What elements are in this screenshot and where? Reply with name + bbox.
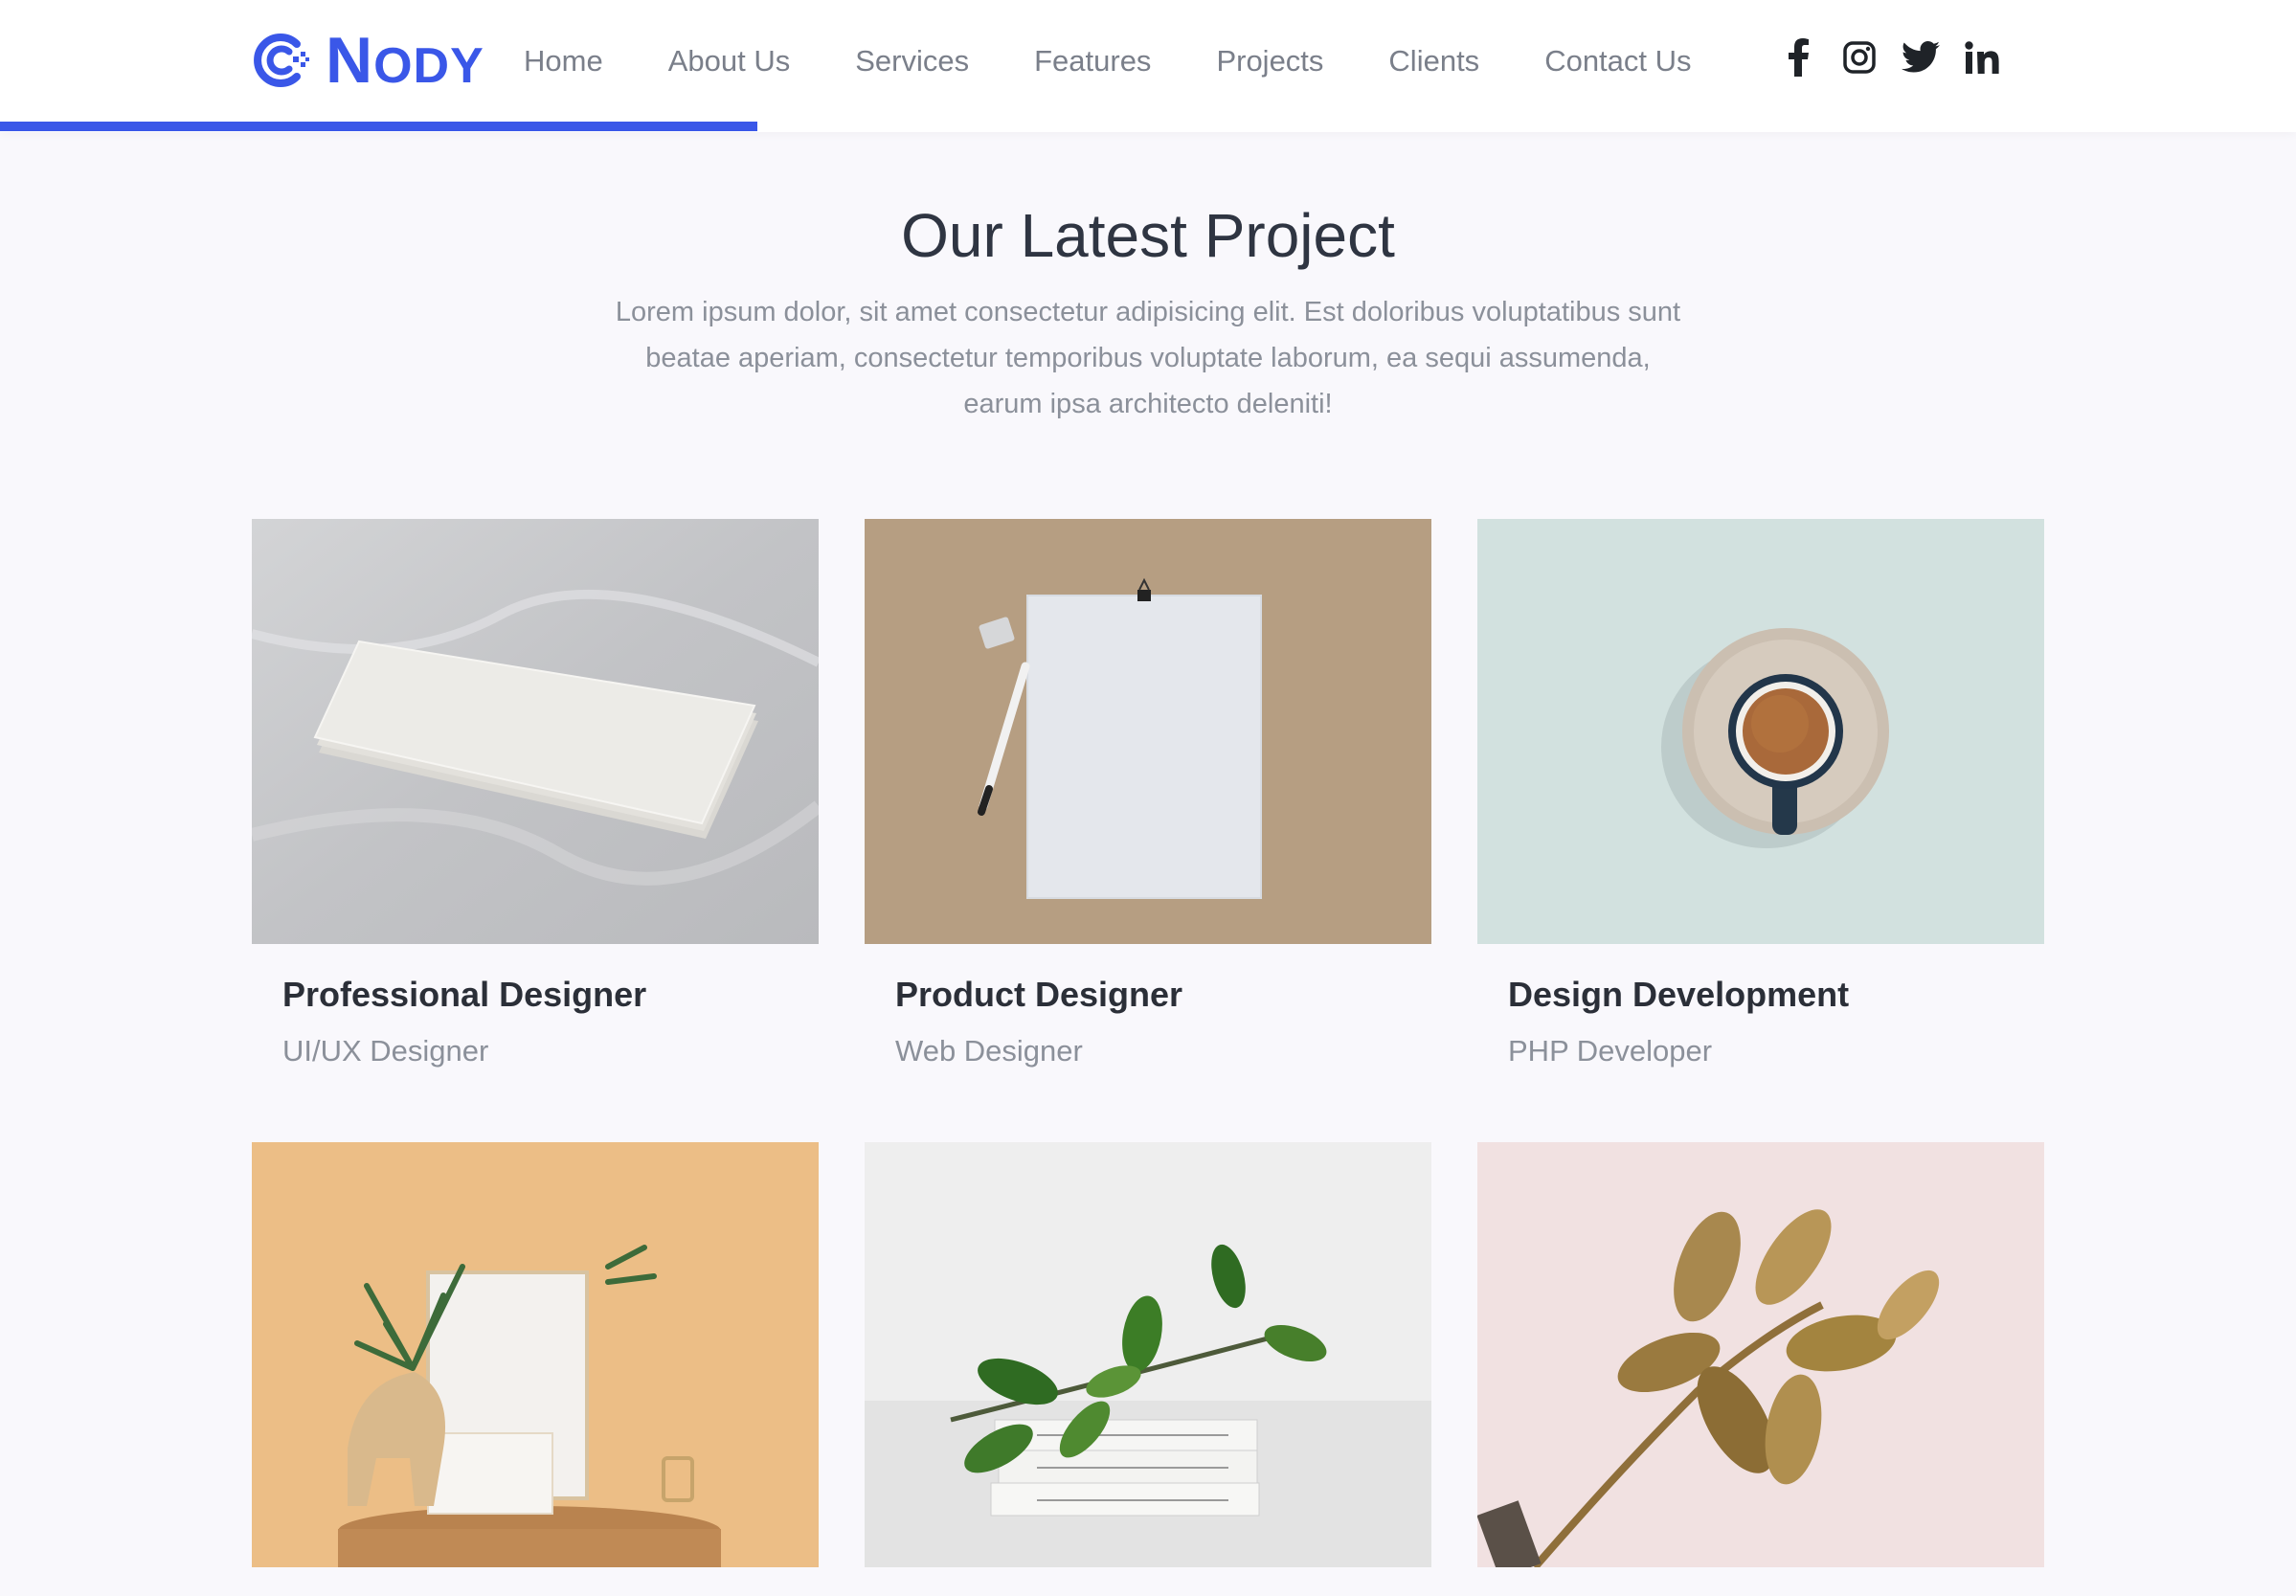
nav-services[interactable]: Services [855,40,969,82]
nav-projects[interactable]: Projects [1216,40,1323,82]
nav-about-us[interactable]: About Us [668,40,791,82]
nav-features[interactable]: Features [1034,40,1151,82]
project-image [1477,519,2044,944]
project-title: Professional Designer [282,975,647,1014]
project-image [865,1142,1431,1567]
site-header: NODY Home About Us Services Features Pro… [0,0,2296,132]
project-image [252,519,819,944]
project-card[interactable]: Design Development PHP Developer [1477,519,2044,1070]
facebook-icon[interactable] [1777,36,1819,79]
project-card[interactable]: Professional Designer UI/UX Designer [252,519,819,1070]
social-links [1777,36,2022,79]
project-title: Product Designer [895,975,1183,1014]
project-title: Design Development [1508,975,1850,1014]
project-card[interactable]: Product Designer Web Designer [865,519,1431,1070]
instagram-icon[interactable] [1838,36,1880,79]
twitter-icon[interactable] [1900,36,1942,79]
project-role: Web Designer [895,1034,1083,1068]
logo-wordmark: NODY [326,24,484,97]
main-nav: Home About Us Services Features Projects… [524,40,1757,82]
logo-mark-icon [254,34,309,87]
project-image [252,1142,819,1567]
project-role: PHP Developer [1508,1034,1713,1068]
project-image [1477,1142,2044,1567]
project-card[interactable] [1477,1142,2044,1596]
scroll-progress-bar [0,122,758,131]
section-description: Lorem ipsum dolor, sit amet consectetur … [615,297,1681,419]
project-role: UI/UX Designer [282,1034,489,1068]
project-card[interactable] [252,1142,819,1596]
nav-contact-us[interactable]: Contact Us [1544,40,1691,82]
nav-clients[interactable]: Clients [1388,40,1479,82]
project-card[interactable] [865,1142,1431,1596]
project-image [865,519,1431,944]
nav-home[interactable]: Home [524,40,603,82]
logo[interactable]: NODY [251,24,484,97]
section-title: Our Latest Project [901,201,1395,270]
linkedin-icon[interactable] [1961,36,2003,79]
